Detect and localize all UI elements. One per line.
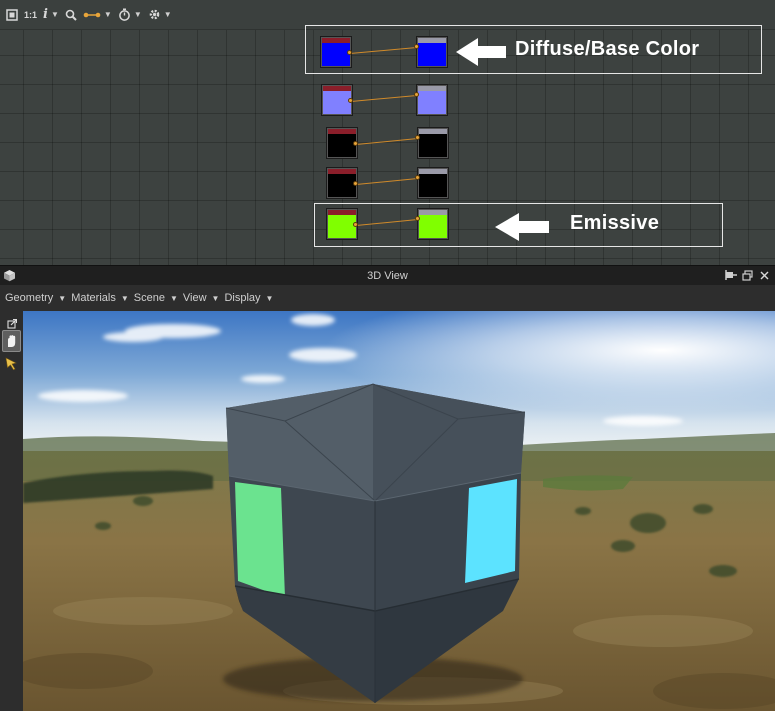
node-swatch [419,134,447,157]
timer-button[interactable]: ▼ [116,4,144,26]
menu-label: View [182,292,207,304]
cube-icon [4,270,15,282]
gear-icon [149,9,160,20]
panel-title: 3D View [367,269,408,282]
node-connection-wire [351,95,418,102]
chevron-down-icon: ▼ [211,293,220,303]
chevron-down-icon: ▼ [58,293,67,303]
fit-view-icon[interactable] [4,4,20,26]
menu-label: Scene [133,292,165,304]
settings-button[interactable]: ▼ [146,4,174,26]
menu-label: Display [224,292,261,304]
output-node[interactable] [417,127,449,159]
scene-render [23,311,775,711]
node-swatch [418,91,446,114]
output-node[interactable] [417,167,449,199]
node-connection-wire [356,138,419,145]
menu-materials[interactable]: Materials ▼ [71,292,129,304]
menu-geometry[interactable]: Geometry ▼ [5,292,66,304]
node-swatch [328,174,356,197]
chevron-down-icon: ▼ [133,10,142,19]
node-swatch [419,174,447,197]
menu-label: Materials [71,292,116,304]
link-icon [83,12,101,17]
select-arrow-icon[interactable] [2,354,21,373]
arrow-left-icon [456,38,506,66]
node-connection-wire [356,178,419,185]
menu-display[interactable]: Display ▼ [224,292,273,304]
chevron-down-icon: ▼ [103,10,112,19]
menu-scene[interactable]: Scene ▼ [134,292,178,304]
zoom-button[interactable] [63,4,79,26]
view-side-toolbar [0,311,23,711]
menu-view[interactable]: View ▼ [183,292,220,304]
info-icon: i [43,7,48,22]
emissive-label: Emissive [570,212,660,234]
view-title-bar: 3D View [0,265,775,285]
output-port[interactable] [353,141,358,146]
one-to-one-button[interactable]: 1:1 [22,4,39,26]
arrow-left-icon [495,213,549,241]
chevron-down-icon: ▼ [169,293,178,303]
input-port[interactable] [414,92,419,97]
link-style-button[interactable]: ▼ [81,4,114,26]
input-port[interactable] [415,175,420,180]
menu-label: Geometry [5,292,54,304]
chevron-down-icon: ▼ [120,293,129,303]
diffuse-label: Diffuse/Base Color [515,38,700,60]
output-port[interactable] [348,98,353,103]
view-menu-bar: Geometry ▼ Materials ▼ Scene ▼ View ▼ Displa… [0,285,775,311]
restore-icon[interactable] [741,268,754,282]
pin-icon[interactable] [724,268,737,282]
chevron-down-icon: ▼ [265,293,274,303]
close-icon[interactable] [758,268,771,282]
chevron-down-icon: ▼ [50,10,59,19]
3d-viewport[interactable] [23,311,775,711]
camera-orbit-icon[interactable] [2,330,21,352]
output-port[interactable] [353,181,358,186]
input-port[interactable] [415,135,420,140]
info-button[interactable]: i ▼ [41,4,61,26]
zoom-icon [65,9,77,21]
output-node[interactable] [416,84,448,116]
chevron-down-icon: ▼ [163,10,172,19]
timer-icon [118,8,130,21]
node-swatch [323,91,351,114]
node-graph-editor[interactable]: 1:1 i ▼ ▼ ▼ ▼ Diffuse/Base Color Emissiv… [0,0,775,265]
node-swatch [328,134,356,157]
